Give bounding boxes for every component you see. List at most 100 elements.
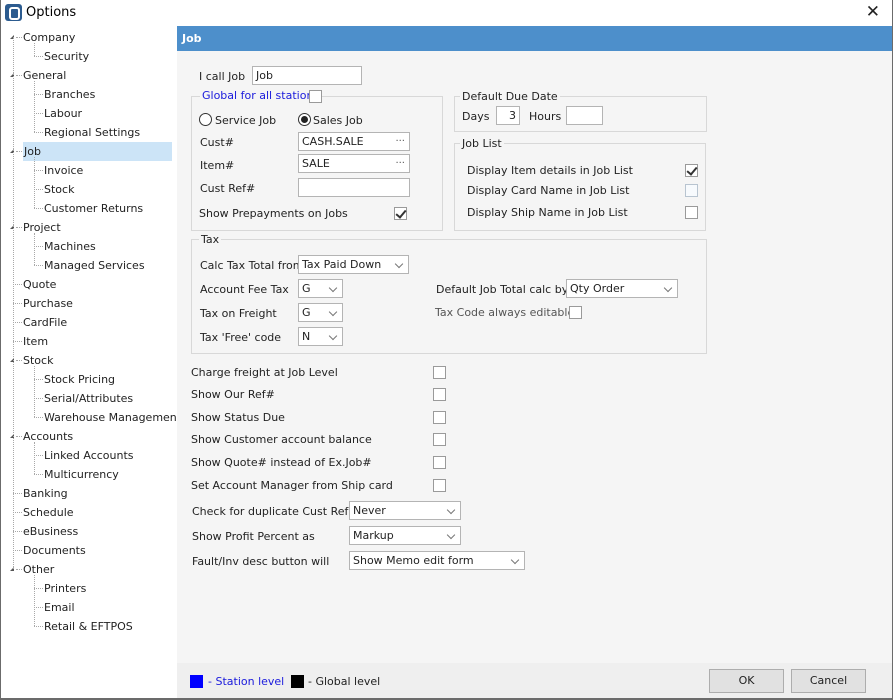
global-level-swatch — [291, 675, 304, 688]
sidebar-item-security[interactable]: Security — [44, 47, 89, 66]
profit-percent-value: Markup — [353, 529, 394, 542]
options-tree: Company Security General Branches Labour Regi… — [1, 26, 181, 698]
sidebar-item-documents[interactable]: Documents — [23, 541, 86, 560]
station-level-swatch — [190, 675, 203, 688]
sidebar-item-warehouse-management[interactable]: Warehouse Management — [44, 408, 181, 427]
chevron-down-icon — [663, 283, 673, 293]
set-account-manager-checkbox[interactable] — [433, 479, 446, 492]
sales-job-label: Sales Job — [313, 114, 363, 127]
display-item-details-checkbox[interactable] — [685, 164, 698, 177]
dup-cust-ref-value: Never — [353, 504, 386, 517]
service-job-label: Service Job — [215, 114, 277, 127]
dialog-footer: - Station level - Global level OK Cancel — [177, 663, 892, 698]
cust-ref-input[interactable] — [298, 178, 410, 197]
cust-lookup-icon[interactable]: ··· — [395, 133, 405, 150]
sidebar-item-ebusiness[interactable]: eBusiness — [23, 522, 78, 541]
close-icon[interactable]: ✕ — [866, 3, 880, 21]
item-lookup-icon[interactable]: ··· — [395, 155, 405, 172]
cust-label: Cust# — [200, 136, 234, 149]
fault-inv-desc-select[interactable]: Show Memo edit form — [349, 551, 525, 570]
tax-on-freight-label: Tax on Freight — [200, 307, 277, 320]
profit-percent-select[interactable]: Markup — [349, 526, 461, 545]
display-ship-name-checkbox[interactable] — [685, 206, 698, 219]
profit-percent-label: Show Profit Percent as — [192, 530, 315, 543]
i-call-job-input[interactable]: Job — [252, 66, 362, 85]
option-label: Show Status Due — [191, 411, 285, 424]
ok-button[interactable]: OK — [709, 669, 784, 693]
app-logo-icon — [5, 4, 22, 21]
sidebar-item-linked-accounts[interactable]: Linked Accounts — [44, 446, 134, 465]
option-label: Set Account Manager from Ship card — [191, 479, 393, 492]
sidebar-item-regional-settings[interactable]: Regional Settings — [44, 123, 140, 142]
sidebar-item-cardfile[interactable]: CardFile — [23, 313, 67, 332]
sidebar-item-stock[interactable]: Stock — [23, 351, 53, 370]
sidebar-item-company[interactable]: Company — [23, 28, 75, 47]
sidebar-item-item[interactable]: Item — [23, 332, 48, 351]
tax-free-code-select[interactable]: N — [298, 327, 343, 346]
sidebar-item-retail-eftpos[interactable]: Retail & EFTPOS — [44, 617, 133, 636]
sidebar-item-job[interactable]: Job — [23, 142, 172, 161]
option-label: Show Quote# instead of Ex.Job# — [191, 456, 372, 469]
account-fee-tax-value: G — [302, 282, 311, 295]
sidebar-item-branches[interactable]: Branches — [44, 85, 95, 104]
i-call-job-label: I call Job — [199, 70, 246, 83]
sidebar-item-stock-pricing[interactable]: Stock Pricing — [44, 370, 115, 389]
cust-value: CASH.SALE — [302, 135, 364, 148]
tax-on-freight-select[interactable]: G — [298, 303, 343, 322]
default-job-total-label: Default Job Total calc by — [436, 283, 569, 296]
sidebar-item-printers[interactable]: Printers — [44, 579, 86, 598]
sidebar-item-managed-services[interactable]: Managed Services — [44, 256, 145, 275]
sidebar-item-invoice[interactable]: Invoice — [44, 161, 83, 180]
tax-legend: Tax — [199, 233, 222, 246]
chevron-down-icon — [394, 259, 404, 269]
global-level-label: - Global level — [308, 675, 381, 688]
chevron-down-icon — [328, 307, 338, 317]
sidebar-item-general[interactable]: General — [23, 66, 66, 85]
sidebar-item-customer-returns[interactable]: Customer Returns — [44, 199, 143, 218]
sidebar-item-purchase[interactable]: Purchase — [23, 294, 73, 313]
display-ship-name-label: Display Ship Name in Job List — [467, 206, 628, 219]
display-card-name-label: Display Card Name in Job List — [467, 184, 630, 197]
sidebar-item-labour[interactable]: Labour — [44, 104, 82, 123]
sidebar-item-quote[interactable]: Quote — [23, 275, 56, 294]
days-input[interactable]: 3 — [496, 106, 520, 125]
item-input[interactable]: SALE ··· — [298, 154, 410, 173]
show-quote-instead-checkbox[interactable] — [433, 456, 446, 469]
dup-cust-ref-label: Check for duplicate Cust Ref# — [192, 505, 358, 518]
show-our-ref-checkbox[interactable] — [433, 388, 446, 401]
show-customer-balance-checkbox[interactable] — [433, 433, 446, 446]
sidebar-item-schedule[interactable]: Schedule — [23, 503, 74, 522]
sales-job-radio[interactable] — [298, 113, 311, 126]
sidebar-item-multicurrency[interactable]: Multicurrency — [44, 465, 119, 484]
show-status-due-checkbox[interactable] — [433, 411, 446, 424]
option-label: Show Customer account balance — [191, 433, 372, 446]
sidebar-item-banking[interactable]: Banking — [23, 484, 68, 503]
sidebar-item-stock[interactable]: Stock — [44, 180, 74, 199]
tax-free-code-value: N — [302, 330, 311, 343]
display-card-name-checkbox[interactable] — [685, 184, 698, 197]
global-for-all-stations-checkbox[interactable] — [309, 90, 322, 103]
hours-input[interactable] — [566, 106, 603, 125]
tax-code-editable-label: Tax Code always editable — [435, 306, 575, 319]
dup-cust-ref-select[interactable]: Never — [349, 501, 461, 520]
sidebar-item-project[interactable]: Project — [23, 218, 61, 237]
job-options-panel: Job I call Job Job Global for all statio… — [177, 26, 892, 663]
service-job-radio[interactable] — [199, 113, 212, 126]
sidebar-item-accounts[interactable]: Accounts — [23, 427, 73, 446]
chevron-down-icon — [446, 530, 456, 540]
show-prepayments-label: Show Prepayments on Jobs — [199, 207, 348, 220]
item-label: Item# — [200, 159, 235, 172]
account-fee-tax-select[interactable]: G — [298, 279, 343, 298]
cust-input[interactable]: CASH.SALE ··· — [298, 132, 410, 151]
days-label: Days — [462, 110, 490, 123]
tax-code-editable-checkbox[interactable] — [569, 306, 582, 319]
sidebar-item-machines[interactable]: Machines — [44, 237, 96, 256]
default-job-total-select[interactable]: Qty Order — [566, 279, 678, 298]
cancel-button[interactable]: Cancel — [791, 669, 866, 693]
sidebar-item-other[interactable]: Other — [23, 560, 54, 579]
show-prepayments-checkbox[interactable] — [394, 207, 407, 220]
sidebar-item-serial-attributes[interactable]: Serial/Attributes — [44, 389, 133, 408]
charge-freight-checkbox[interactable] — [433, 366, 446, 379]
calc-tax-total-select[interactable]: Tax Paid Down — [298, 255, 409, 274]
sidebar-item-email[interactable]: Email — [44, 598, 75, 617]
